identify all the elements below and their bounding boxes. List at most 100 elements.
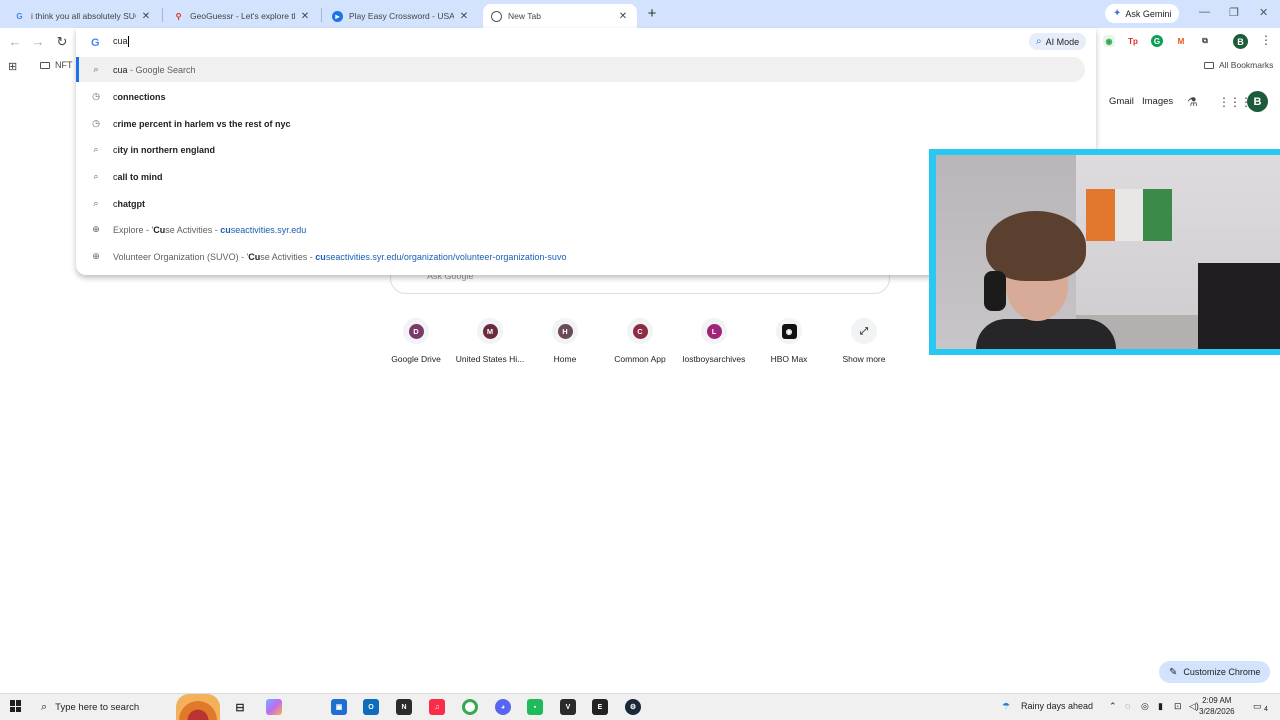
bookmark-folder-nft[interactable]: NFT	[40, 60, 73, 70]
ntp-profile-avatar[interactable]: B	[1247, 91, 1268, 112]
suggestion-history[interactable]: ◷ connections	[76, 84, 1085, 109]
notifications-count: 4	[1264, 706, 1268, 713]
extension-icon[interactable]: ◉	[1103, 35, 1115, 47]
app-icon[interactable]: V	[560, 699, 576, 715]
labs-flask-icon[interactable]: ⚗	[1187, 95, 1198, 109]
webcam-overlay	[929, 149, 1280, 355]
tab-crossword[interactable]: ▸ Play Easy Crossword - USA TOD ✕	[324, 4, 478, 28]
grammarly-icon[interactable]: G	[1151, 35, 1163, 47]
webcam-feed	[936, 155, 1280, 349]
maximize-icon[interactable]: ❐	[1229, 6, 1239, 19]
tray-app-icon[interactable]: ◎	[1141, 701, 1149, 712]
apple-music-icon[interactable]: ♫	[429, 699, 445, 715]
streamer	[976, 211, 1116, 349]
weather-text[interactable]: Rainy days ahead	[1021, 701, 1093, 711]
tab-title: i think you all absolutely SUCK	[31, 11, 136, 21]
reload-icon[interactable]: ↻	[54, 34, 70, 50]
forward-arrow-icon[interactable]: →	[30, 34, 46, 49]
new-tab-button[interactable]: +	[643, 5, 661, 23]
all-bookmarks-button[interactable]: All Bookmarks	[1204, 60, 1273, 70]
tray-chevron-icon[interactable]: ⌃	[1109, 701, 1117, 712]
expand-icon: ⤢	[860, 325, 868, 337]
folder-icon	[1204, 61, 1214, 69]
close-window-icon[interactable]: ✕	[1259, 6, 1268, 19]
shortcut-show-more[interactable]: ⤢ Show more	[826, 318, 902, 364]
suggestion-google-search[interactable]: ⌕ cua - Google Search	[76, 57, 1085, 82]
shortcut-common-app[interactable]: C Common App	[602, 318, 678, 364]
shortcut-lostboysarchives[interactable]: L lostboysarchives	[676, 318, 752, 364]
tab-geoguessr[interactable]: ⚲ GeoGuessr - Let's explore the w ✕	[165, 4, 319, 28]
search-icon: ⌕	[93, 171, 99, 181]
play-favicon-icon: ▸	[332, 10, 343, 22]
irish-flag	[1086, 189, 1173, 241]
tab-new-tab[interactable]: New Tab ✕	[483, 4, 637, 28]
windows-start-icon[interactable]	[10, 700, 22, 712]
network-icon[interactable]: ⊡	[1174, 701, 1182, 712]
images-link[interactable]: Images	[1142, 96, 1173, 107]
profile-avatar[interactable]: B	[1233, 34, 1248, 49]
address-bar-input[interactable]	[113, 36, 413, 46]
app-icon[interactable]: N	[396, 699, 412, 715]
shortcut-united-states-history[interactable]: M United States Hi...	[452, 318, 528, 364]
search-icon: ⌕	[93, 144, 99, 154]
volume-icon[interactable]: ◁)	[1189, 701, 1199, 712]
taskbar-search[interactable]: ⌕ Type here to search	[33, 694, 173, 720]
close-tab-icon[interactable]: ✕	[140, 11, 152, 22]
metamask-icon[interactable]: M	[1175, 35, 1187, 47]
shortcut-google-drive[interactable]: D Google Drive	[378, 318, 454, 364]
tab-title: New Tab	[508, 11, 541, 21]
close-tab-icon[interactable]: ✕	[299, 11, 311, 22]
steam-icon[interactable]: ⚙	[625, 699, 641, 715]
globe-icon: ⊕	[92, 251, 100, 261]
tab-reddit[interactable]: G i think you all absolutely SUCK ✕	[6, 4, 160, 28]
ask-gemini-button[interactable]: ✦ Ask Gemini	[1105, 4, 1180, 23]
notifications-icon[interactable]: ▭	[1253, 701, 1262, 712]
google-g-icon: G	[91, 37, 100, 49]
taskbar-clock[interactable]: 2:09 AM 3/28/2026	[1199, 695, 1235, 717]
back-arrow-icon[interactable]: ←	[7, 34, 23, 49]
close-tab-icon[interactable]: ✕	[458, 11, 470, 22]
epic-games-icon[interactable]: E	[592, 699, 608, 715]
outlook-icon[interactable]: O	[363, 699, 379, 715]
couch	[1198, 263, 1280, 349]
search-highlight-icon[interactable]	[176, 694, 220, 720]
ai-mode-button[interactable]: ⌕ AI Mode	[1029, 33, 1087, 50]
extensions-puzzle-icon[interactable]: ⧉	[1199, 35, 1211, 47]
text-caret	[128, 36, 129, 47]
history-clock-icon: ◷	[92, 118, 100, 128]
task-view-icon[interactable]: ⊟	[232, 699, 248, 715]
google-favicon-icon: G	[16, 11, 23, 21]
gmail-link[interactable]: Gmail	[1109, 96, 1134, 107]
folder-icon	[40, 61, 50, 69]
location-pin-icon: ⚲	[175, 11, 182, 21]
tab-title: GeoGuessr - Let's explore the w	[190, 11, 295, 21]
search-icon: ⌕	[41, 700, 48, 713]
discord-icon[interactable]: ◕	[495, 699, 511, 715]
globe-icon: ⊕	[92, 224, 100, 234]
search-icon: ⌕	[1036, 36, 1042, 47]
chrome-favicon-icon	[491, 10, 502, 22]
copilot-icon[interactable]	[266, 699, 282, 715]
extension-icon[interactable]: Tp	[1127, 35, 1139, 47]
app-icon[interactable]: ▪	[527, 699, 543, 715]
search-icon: ⌕	[93, 198, 99, 208]
tray-app-icon[interactable]: ◌	[1125, 701, 1130, 711]
suggestion-history[interactable]: ◷ crime percent in harlem vs the rest of…	[76, 111, 1085, 136]
customize-chrome-button[interactable]: ✎ Customize Chrome	[1159, 661, 1271, 683]
pencil-icon: ✎	[1169, 666, 1178, 678]
store-icon[interactable]: ▣	[331, 699, 347, 715]
more-menu-icon[interactable]: ⋮	[1260, 33, 1272, 47]
gemini-star-icon: ✦	[1113, 8, 1122, 19]
weather-icon: ☂	[1002, 701, 1011, 711]
apps-grid-icon[interactable]: ⊞	[8, 60, 17, 73]
shortcut-hbo-max[interactable]: ◉ HBO Max	[751, 318, 827, 364]
tab-title: Play Easy Crossword - USA TOD	[349, 11, 454, 21]
chrome-icon[interactable]	[462, 699, 478, 715]
minimize-icon[interactable]: —	[1199, 6, 1210, 18]
battery-icon[interactable]: ▮	[1158, 701, 1163, 712]
close-tab-icon[interactable]: ✕	[617, 11, 629, 22]
history-clock-icon: ◷	[92, 91, 100, 101]
search-icon: ⌕	[93, 64, 99, 74]
shortcut-home[interactable]: H Home	[527, 318, 603, 364]
hbo-max-icon: ◉	[781, 323, 797, 339]
